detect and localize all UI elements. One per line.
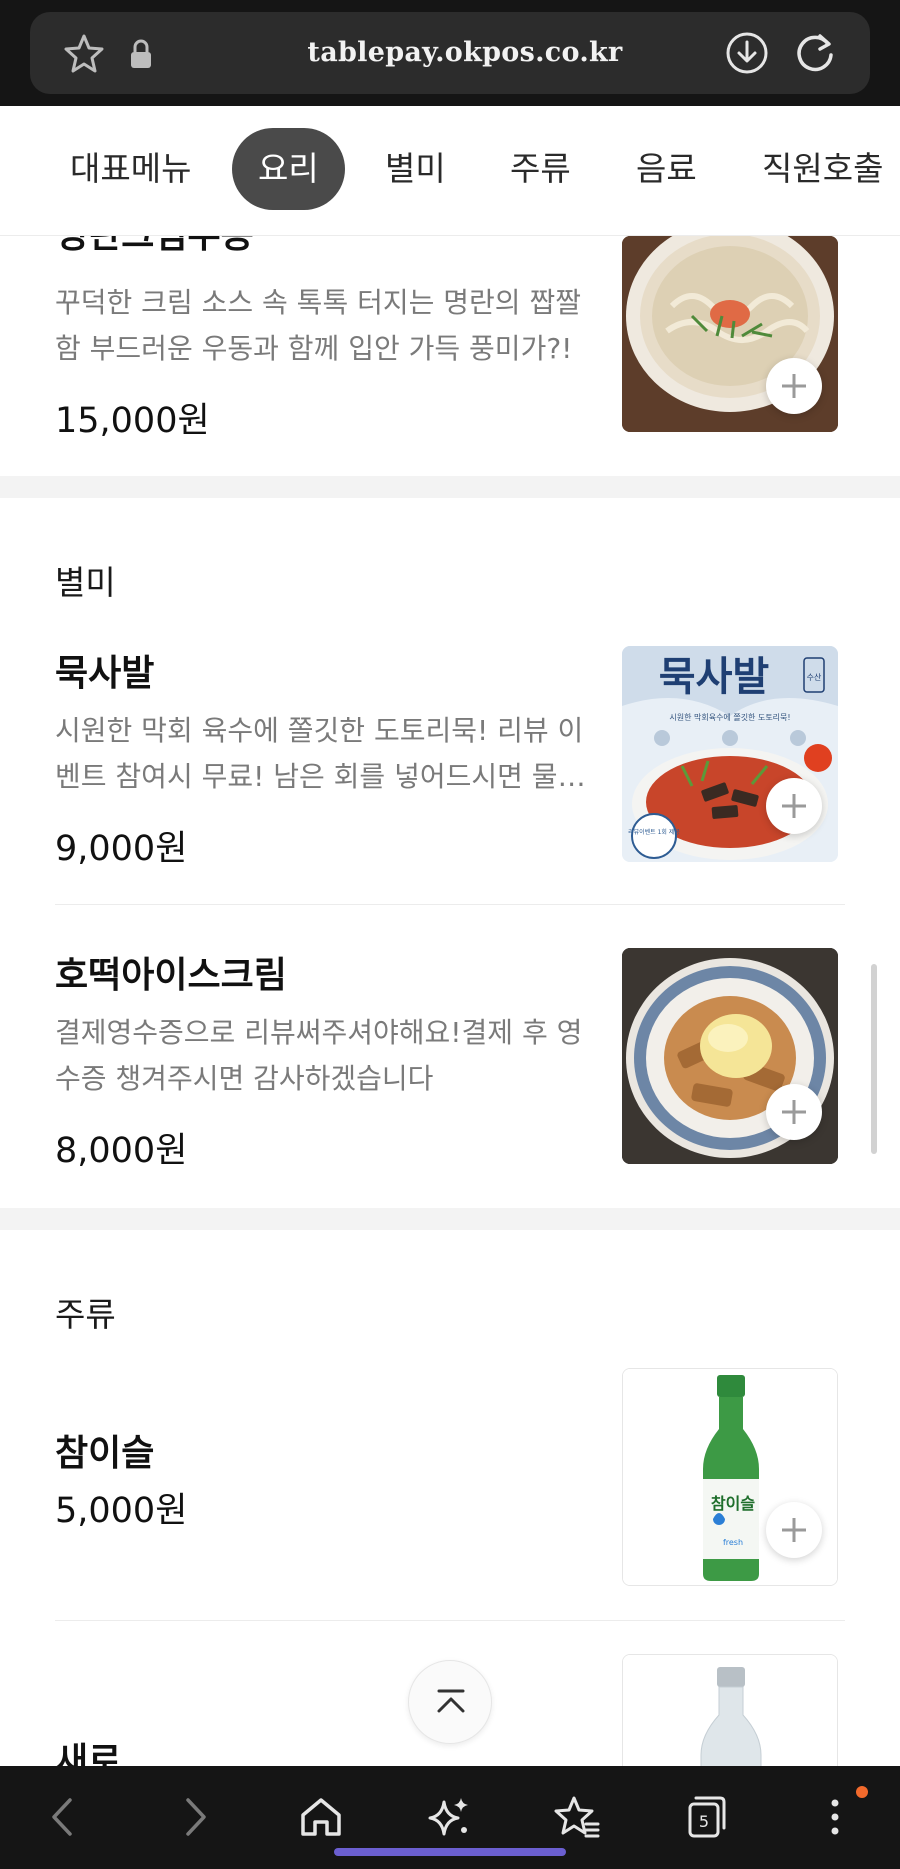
menu-item-description: 꾸덕한 크림 소스 속 톡톡 터지는 명란의 짭짤 함 부드러운 우동과 함께 … — [55, 286, 581, 365]
item-divider — [55, 904, 845, 905]
image-badge-text: 수산 — [807, 672, 822, 682]
forward-icon[interactable] — [170, 1792, 220, 1842]
download-icon[interactable] — [724, 30, 770, 76]
menu-item-image[interactable] — [622, 1654, 838, 1766]
notification-dot — [856, 1786, 868, 1798]
tab-specials[interactable]: 별미 — [385, 128, 446, 210]
bookmark-star-icon[interactable] — [62, 32, 106, 76]
add-to-cart-button[interactable] — [766, 1084, 822, 1140]
menu-item-name[interactable]: 명란크림우동 — [55, 236, 254, 258]
menu-item-description: 결제영수증으로 리뷰써주셔야해요!결제 후 영 수증 챙겨주시면 감사하겠습니다 — [55, 1016, 583, 1095]
ai-sparkle-icon[interactable] — [424, 1792, 474, 1842]
section-divider — [0, 1208, 900, 1230]
url-text[interactable]: tablepay.okpos.co.kr — [230, 12, 700, 94]
tab-count: 5 — [699, 1812, 709, 1831]
menu-item-price: 9,000원 — [55, 829, 188, 869]
menu-list: 명란크림우동 꾸덕한 크림 소스 속 톡톡 터지는 명란의 짭짤 함 부드러운 … — [0, 236, 900, 1766]
menu-item-name[interactable]: 새로 — [55, 1732, 121, 1766]
tab-beverages[interactable]: 음료 — [636, 128, 697, 210]
tab-dishes[interactable]: 요리 — [232, 128, 345, 210]
chevron-up-icon — [437, 1689, 465, 1713]
browser-top-bar: tablepay.okpos.co.kr — [0, 0, 900, 106]
add-to-cart-button[interactable] — [766, 358, 822, 414]
tab-call-staff[interactable]: 직원호출 — [762, 128, 883, 210]
menu-item-name[interactable]: 참이슬 — [55, 1424, 154, 1476]
tab-signature-menu[interactable]: 대표메뉴 — [70, 128, 191, 210]
image-subtitle-text: 시원한 막회육수에 쫄깃한 도토리묵! — [669, 712, 790, 722]
lock-icon — [131, 39, 151, 68]
add-to-cart-button[interactable] — [766, 1502, 822, 1558]
section-divider — [0, 476, 900, 498]
menu-item-name[interactable]: 묵사발 — [55, 644, 154, 696]
category-tabs: 대표메뉴 요리 별미 주류 음료 직원호출 — [0, 106, 900, 236]
menu-item-price: 8,000원 — [55, 1131, 188, 1171]
image-title-text: 묵사발 — [659, 654, 770, 700]
home-icon[interactable] — [296, 1792, 346, 1842]
image-stamp-text: 리뷰이벤트 1회 제공 — [628, 828, 680, 836]
bottle-label-text: 참이슬 — [711, 1494, 755, 1513]
back-icon[interactable] — [38, 1792, 88, 1842]
bottle-label-sub: fresh — [723, 1538, 743, 1547]
scrollbar-thumb[interactable] — [871, 964, 877, 1154]
menu-item-name[interactable]: 호떡아이스크림 — [55, 946, 287, 998]
tabs-icon[interactable]: 5 — [680, 1792, 730, 1842]
address-bar[interactable]: tablepay.okpos.co.kr — [30, 12, 870, 94]
scroll-to-top-button[interactable] — [408, 1660, 492, 1744]
item-divider — [55, 1620, 845, 1621]
add-to-cart-button[interactable] — [766, 778, 822, 834]
menu-item-description: 시원한 막회 육수에 쫄깃한 도토리묵! 리뷰 이 벤트 참여시 무료! 남은 … — [55, 714, 605, 793]
section-title: 별미 — [55, 563, 116, 602]
section-title: 주류 — [55, 1295, 116, 1334]
reload-icon[interactable] — [792, 30, 838, 76]
menu-item-price: 5,000원 — [55, 1491, 188, 1531]
tab-liquor[interactable]: 주류 — [510, 128, 571, 210]
menu-item-price: 15,000원 — [55, 401, 210, 441]
bookmarks-icon[interactable] — [552, 1792, 602, 1842]
home-indicator — [334, 1848, 566, 1856]
more-menu-icon[interactable] — [810, 1792, 860, 1842]
